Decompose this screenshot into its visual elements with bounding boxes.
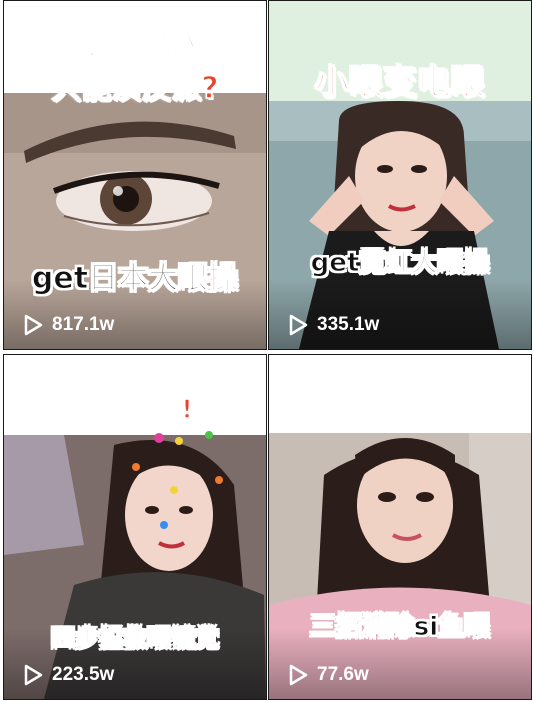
video-headline: 摘掉眼镜! [76, 394, 193, 426]
video-subtitle: get霓虹大眼操 [310, 248, 490, 279]
video-headline: 眼睛小 [73, 16, 197, 64]
view-count-label: 223.5w [52, 664, 115, 685]
view-count: 335.1w [287, 313, 379, 337]
video-subtitle: get日本大眼操 [31, 261, 239, 297]
view-count: 817.1w [22, 313, 114, 337]
video-headline: 眼神管理训练 [315, 391, 485, 426]
video-card-3[interactable]: 摘掉眼镜! 四步拯救眼镜党 223.5w [3, 354, 267, 700]
play-icon [289, 314, 308, 336]
video-subtitle: 四步拯救眼镜党 [51, 624, 220, 653]
video-card-1[interactable]: 眼睛小 只能演反派? get日本大眼操 817.1w [3, 0, 267, 350]
view-count-label: 817.1w [52, 314, 115, 335]
video-card-4[interactable]: 眼神管理训练 三招消除si鱼眼 77.6w [268, 354, 532, 700]
video-headline-line2: 只能演反派? [51, 70, 220, 107]
video-headline: 小眼变电眼 [314, 62, 486, 104]
video-grid: 眼睛小 只能演反派? get日本大眼操 817.1w 小眼变电眼 get霓虹大眼… [0, 0, 533, 702]
play-icon [24, 314, 43, 336]
video-card-2[interactable]: 小眼变电眼 get霓虹大眼操 335.1w [268, 0, 532, 350]
play-icon [289, 664, 308, 686]
view-count: 77.6w [287, 663, 369, 687]
view-count: 223.5w [22, 663, 114, 687]
view-count-label: 335.1w [317, 314, 380, 335]
play-icon [24, 664, 43, 686]
view-count-label: 77.6w [317, 664, 369, 685]
video-subtitle: 三招消除si鱼眼 [309, 612, 491, 643]
